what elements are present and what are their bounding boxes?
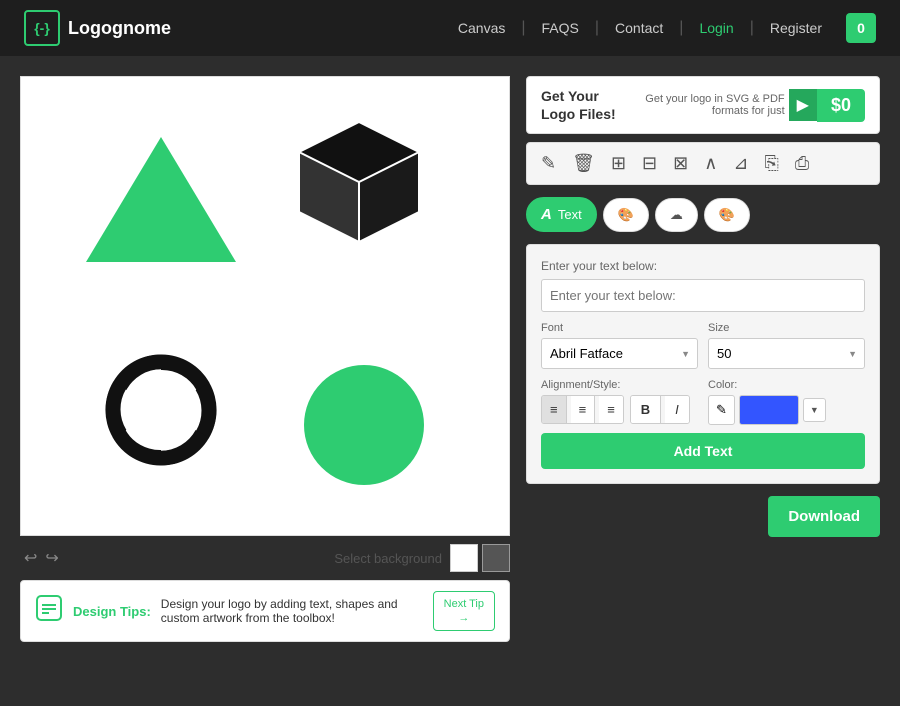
eyedropper-button[interactable]: ✎	[708, 395, 735, 425]
left-panel: ↩ ↪ Select background Design Tips: Desig…	[20, 76, 510, 642]
alignment-row: Alignment/Style: ≡ ≡ ≡ B I C	[541, 379, 865, 425]
redo-button[interactable]: ↪	[41, 544, 62, 572]
nav-faqs[interactable]: FAQS	[526, 20, 595, 36]
text-panel: Enter your text below: Font Abril Fatfac…	[526, 244, 880, 484]
align-right-button[interactable]: ≡	[599, 396, 623, 423]
tool-copy-icon[interactable]: ⎘	[761, 151, 783, 176]
size-select-wrapper: 50 81012 141618 202428 323640 486072	[708, 338, 865, 369]
tab-bar: A Text 🎨 ☁ 🎨	[526, 193, 880, 236]
nav-contact[interactable]: Contact	[599, 20, 679, 36]
promo-arrow-icon: ▶	[789, 89, 817, 121]
italic-button[interactable]: I	[665, 396, 689, 423]
color-swatch[interactable]	[739, 395, 799, 425]
main-content: ↩ ↪ Select background Design Tips: Desig…	[0, 56, 900, 642]
tool-crop-icon[interactable]: ⊞	[607, 151, 630, 176]
promo-description: Get your logo in SVG & PDF formats for j…	[625, 93, 785, 117]
main-nav: Canvas | FAQS | Contact | Login | Regist…	[442, 13, 876, 43]
next-tip-arrow-icon: →	[458, 612, 469, 624]
size-col: Size 50 81012 141618 202428 323640 48607…	[708, 322, 865, 369]
shape-cube[interactable]	[289, 117, 429, 262]
tool-arrange-icon[interactable]: ⊠	[669, 151, 692, 176]
tab-text[interactable]: A Text	[526, 197, 597, 232]
text-input[interactable]	[541, 279, 865, 312]
tool-paste-icon[interactable]: ⎙	[791, 151, 813, 176]
size-label: Size	[708, 322, 865, 334]
design-tips-label: Design Tips:	[73, 604, 151, 619]
bg-white-swatch[interactable]	[450, 544, 478, 572]
color-dropdown-button[interactable]: ▼	[803, 398, 826, 422]
style-group: B I	[630, 395, 690, 424]
download-button[interactable]: Download	[768, 496, 880, 537]
design-tips-text: Design your logo by adding text, shapes …	[161, 597, 423, 625]
promo-price[interactable]: $0	[817, 89, 865, 122]
add-text-button[interactable]: Add Text	[541, 433, 865, 469]
right-panel: Get Your Logo Files! Get your logo in SV…	[526, 76, 880, 642]
nav-register[interactable]: Register	[754, 20, 838, 36]
logo-icon: {-}	[24, 10, 60, 46]
tool-pencil-icon[interactable]: ✎	[537, 151, 560, 176]
tab-text-icon: A	[541, 206, 552, 223]
canvas-area	[20, 76, 510, 536]
bold-button[interactable]: B	[631, 396, 661, 423]
align-style-col: Alignment/Style: ≡ ≡ ≡ B I	[541, 379, 698, 424]
promo-bar: Get Your Logo Files! Get your logo in SV…	[526, 76, 880, 134]
next-tip-button[interactable]: Next Tip →	[433, 591, 495, 631]
font-select-wrapper: Abril Fatface Arial Helvetica Georgia Ve…	[541, 338, 698, 369]
tab-colors-icon: 🎨	[719, 207, 735, 223]
align-group: ≡ ≡ ≡	[541, 395, 624, 424]
color-label: Color:	[708, 379, 865, 391]
canvas-shapes	[21, 77, 509, 535]
align-center-button[interactable]: ≡	[571, 396, 596, 423]
font-size-row: Font Abril Fatface Arial Helvetica Georg…	[541, 322, 865, 369]
enter-text-label: Enter your text below:	[541, 259, 865, 273]
cart-badge[interactable]: 0	[846, 13, 876, 43]
color-picker-row: ✎ ▼	[708, 395, 865, 425]
shape-triangle[interactable]	[81, 127, 241, 272]
font-col: Font Abril Fatface Arial Helvetica Georg…	[541, 322, 698, 369]
promo-right: Get your logo in SVG & PDF formats for j…	[625, 89, 865, 122]
logo-text: Logognome	[68, 18, 171, 39]
size-select[interactable]: 50 81012 141618 202428 323640 486072	[708, 338, 865, 369]
tab-shapes[interactable]: 🎨	[603, 198, 649, 232]
alignment-label: Alignment/Style:	[541, 379, 698, 391]
align-left-button[interactable]: ≡	[542, 396, 567, 423]
design-tips-bar: Design Tips: Design your logo by adding …	[20, 580, 510, 642]
tool-trash-icon[interactable]: 🗑	[568, 151, 599, 176]
bg-select-label: Select background	[334, 551, 442, 566]
tool-mirror-icon[interactable]: ⊿	[729, 151, 752, 176]
font-select[interactable]: Abril Fatface Arial Helvetica Georgia Ve…	[541, 338, 698, 369]
tab-colors[interactable]: 🎨	[704, 198, 750, 232]
canvas-toolbar: ↩ ↪ Select background	[20, 544, 510, 572]
tool-duplicate-icon[interactable]: ⊟	[638, 151, 661, 176]
tab-upload[interactable]: ☁	[655, 198, 698, 232]
color-col: Color: ✎ ▼	[708, 379, 865, 425]
icon-toolbar: ✎ 🗑 ⊞ ⊟ ⊠ ∧ ⊿ ⎘ ⎙	[526, 142, 880, 185]
tab-shapes-icon: 🎨	[618, 207, 634, 223]
nav-canvas[interactable]: Canvas	[442, 20, 521, 36]
tab-upload-icon: ☁	[670, 207, 683, 223]
font-label: Font	[541, 322, 698, 334]
tool-flip-icon[interactable]: ∧	[700, 151, 721, 176]
tab-text-label: Text	[558, 207, 582, 222]
promo-title: Get Your Logo Files!	[541, 87, 616, 123]
logo-area: {-} Logognome	[24, 10, 171, 46]
design-tips-icon	[35, 594, 63, 628]
nav-login[interactable]: Login	[683, 20, 749, 36]
bg-dark-swatch[interactable]	[482, 544, 510, 572]
shape-swirl[interactable]	[81, 330, 241, 495]
undo-button[interactable]: ↩	[20, 544, 41, 572]
shape-circle[interactable]	[299, 360, 429, 495]
